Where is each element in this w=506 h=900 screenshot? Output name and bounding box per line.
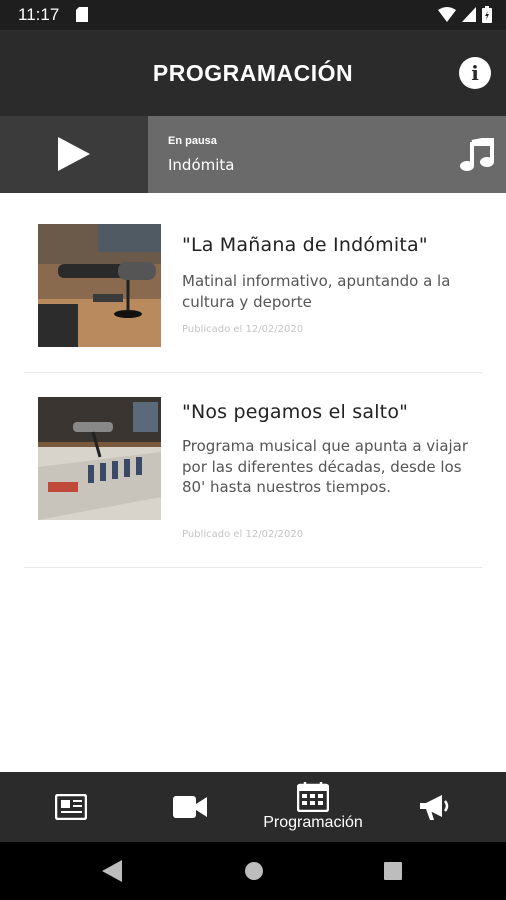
recents-icon[interactable] xyxy=(383,860,403,882)
program-thumbnail xyxy=(38,224,161,347)
nav-item-news[interactable] xyxy=(8,772,134,842)
program-title: "La Mañana de Indómita" xyxy=(182,234,428,256)
info-button[interactable]: i xyxy=(459,57,491,89)
program-item[interactable]: "La Mañana de Indómita" Matinal informat… xyxy=(24,193,482,373)
wifi-icon xyxy=(438,7,456,26)
program-thumbnail xyxy=(38,397,161,520)
app-bar: PROGRAMACIÓN i xyxy=(0,30,506,116)
nav-item-video[interactable] xyxy=(127,772,253,842)
program-description: Matinal informativo, apuntando a la cult… xyxy=(182,272,451,311)
nav-item-announcements[interactable] xyxy=(372,772,498,842)
program-item[interactable]: "Nos pegamos el salto" Programa musical … xyxy=(24,373,482,568)
sd-card-icon xyxy=(76,7,88,26)
play-button[interactable] xyxy=(0,116,148,193)
news-icon xyxy=(55,794,87,820)
program-description: Programa musical que apunta a viajar por… xyxy=(182,437,469,496)
player-status: En pausa xyxy=(168,135,217,147)
battery-icon xyxy=(482,6,492,27)
video-camera-icon xyxy=(173,796,207,818)
page-title: PROGRAMACIÓN xyxy=(152,60,354,86)
system-nav-bar xyxy=(0,842,506,900)
status-bar: 11:17 xyxy=(0,0,506,30)
nav-item-programacion[interactable]: Programación xyxy=(250,772,376,842)
program-date: Publicado el 12/02/2020 xyxy=(182,529,304,540)
player-station: Indómita xyxy=(168,156,235,174)
status-icons xyxy=(438,6,492,27)
home-icon[interactable] xyxy=(244,860,264,882)
status-time: 11:17 xyxy=(18,5,60,24)
player-bar: En pausa Indómita xyxy=(0,116,506,193)
signal-icon xyxy=(462,7,476,26)
back-icon[interactable] xyxy=(102,860,122,882)
bottom-nav: Programación xyxy=(0,772,506,842)
nav-label: Programación xyxy=(263,814,363,831)
info-icon: i xyxy=(471,61,479,85)
program-date: Publicado el 12/02/2020 xyxy=(182,324,304,335)
music-note-icon[interactable] xyxy=(460,138,494,172)
calendar-icon xyxy=(297,782,329,812)
play-icon xyxy=(58,137,90,171)
megaphone-icon xyxy=(420,795,449,820)
program-title: "Nos pegamos el salto" xyxy=(182,401,409,423)
divider xyxy=(24,567,482,568)
